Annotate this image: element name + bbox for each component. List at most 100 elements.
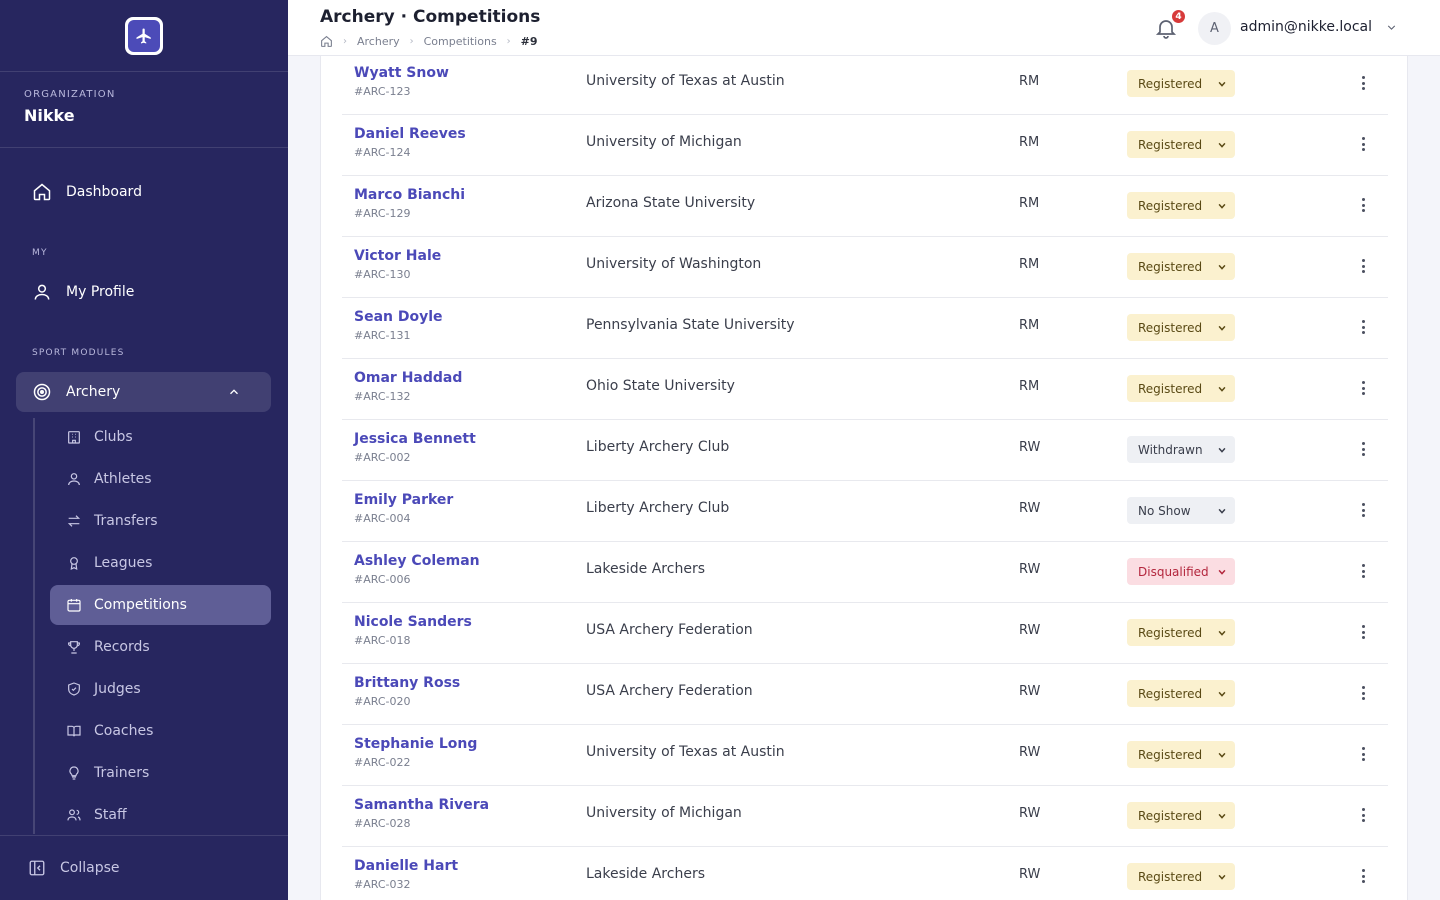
status-value: Registered: [1138, 869, 1203, 884]
status-select[interactable]: Disqualified: [1127, 558, 1235, 585]
trophy-icon: [67, 641, 81, 654]
table-row: Stephanie Long #ARC-022 University of Texa…: [342, 725, 1388, 786]
athlete-name-link[interactable]: Daniel Reeves: [354, 126, 466, 142]
avatar[interactable]: A: [1198, 12, 1231, 45]
athlete-name-link[interactable]: Nicole Sanders: [354, 614, 472, 630]
athlete-name-link[interactable]: Victor Hale: [354, 248, 441, 264]
sidebar-item-label: My Profile: [66, 284, 135, 300]
breadcrumb-archery[interactable]: Archery: [357, 35, 400, 48]
sidebar-item-label: Trainers: [94, 765, 150, 781]
athlete-code: #ARC-006: [354, 573, 411, 586]
chevron-down-icon: [1218, 691, 1226, 697]
award-icon: [70, 557, 78, 571]
row-actions-button[interactable]: [1360, 867, 1366, 885]
sidebar-item-label: Clubs: [94, 429, 133, 445]
organization-block: ORGANIZATION Nikke: [0, 72, 288, 148]
row-actions-button[interactable]: [1360, 684, 1366, 702]
logo-area: [0, 0, 288, 72]
club-name: Arizona State University: [586, 195, 756, 211]
club-name: Lakeside Archers: [586, 866, 705, 882]
sidebar-item-leagues[interactable]: Leagues: [50, 543, 271, 583]
club-name: Ohio State University: [586, 378, 735, 394]
sidebar-item-records[interactable]: Records: [50, 627, 271, 667]
breadcrumb-current: #9: [520, 35, 538, 48]
status-select[interactable]: Registered: [1127, 619, 1235, 646]
status-select[interactable]: Registered: [1127, 680, 1235, 707]
row-actions-button[interactable]: [1360, 196, 1366, 214]
athlete-name-link[interactable]: Wyatt Snow: [354, 65, 449, 81]
status-select[interactable]: Registered: [1127, 314, 1235, 341]
status-value: Registered: [1138, 76, 1203, 91]
status-value: Withdrawn: [1138, 442, 1203, 457]
row-actions-button[interactable]: [1360, 562, 1366, 580]
chevron-down-icon[interactable]: [1385, 21, 1398, 34]
sidebar-item-transfers[interactable]: Transfers: [50, 501, 271, 541]
sidebar-item-judges[interactable]: Judges: [50, 669, 271, 709]
athlete-code: #ARC-129: [354, 207, 411, 220]
athlete-name-link[interactable]: Emily Parker: [354, 492, 453, 508]
row-actions-button[interactable]: [1360, 379, 1366, 397]
row-actions-button[interactable]: [1360, 257, 1366, 275]
row-actions-button[interactable]: [1360, 135, 1366, 153]
organization-logo[interactable]: [125, 16, 163, 55]
table-row: Emily Parker #ARC-004 Liberty Archery Club…: [342, 481, 1388, 542]
row-actions-button[interactable]: [1360, 623, 1366, 641]
club-name: University of Michigan: [586, 134, 742, 150]
collapse-sidebar-button[interactable]: Collapse: [0, 835, 288, 900]
status-select[interactable]: Withdrawn: [1127, 436, 1235, 463]
row-actions-button[interactable]: [1360, 74, 1366, 92]
status-select[interactable]: No Show: [1127, 497, 1235, 524]
athlete-name-link[interactable]: Stephanie Long: [354, 736, 477, 752]
category-code: RW: [1019, 440, 1041, 455]
athlete-code: #ARC-130: [354, 268, 411, 281]
breadcrumb-competitions[interactable]: Competitions: [424, 35, 497, 48]
athlete-code: #ARC-028: [354, 817, 411, 830]
sidebar-item-label: Leagues: [94, 555, 153, 571]
organization-name: Nikke: [24, 106, 75, 125]
status-select[interactable]: Registered: [1127, 131, 1235, 158]
status-select[interactable]: Registered: [1127, 741, 1235, 768]
row-actions-button[interactable]: [1360, 318, 1366, 336]
category-code: RW: [1019, 806, 1041, 821]
sidebar-item-competitions[interactable]: Competitions: [50, 585, 271, 625]
table-row: Jessica Bennett #ARC-002 Liberty Archery C…: [342, 420, 1388, 481]
sidebar-item-my-profile[interactable]: My Profile: [16, 272, 271, 312]
athlete-name-link[interactable]: Sean Doyle: [354, 309, 443, 325]
status-select[interactable]: Registered: [1127, 802, 1235, 829]
athlete-name-link[interactable]: Samantha Rivera: [354, 797, 489, 813]
status-select[interactable]: Registered: [1127, 375, 1235, 402]
status-select[interactable]: Registered: [1127, 70, 1235, 97]
row-actions-button[interactable]: [1360, 440, 1366, 458]
table-row: Sean Doyle #ARC-131 Pennsylvania State Uni…: [342, 298, 1388, 359]
row-actions-button[interactable]: [1360, 806, 1366, 824]
athlete-name-link[interactable]: Brittany Ross: [354, 675, 460, 691]
sidebar-item-staff[interactable]: Staff: [50, 795, 271, 835]
sidebar-item-athletes[interactable]: Athletes: [50, 459, 271, 499]
status-value: Disqualified: [1138, 564, 1209, 579]
sidebar-item-coaches[interactable]: Coaches: [50, 711, 271, 751]
club-name: University of Texas at Austin: [586, 744, 785, 760]
athlete-name-link[interactable]: Danielle Hart: [354, 858, 458, 874]
table-row: Victor Hale #ARC-130 University of Washing…: [342, 237, 1388, 298]
status-select[interactable]: Registered: [1127, 253, 1235, 280]
user-email[interactable]: admin@nikke.local: [1240, 19, 1372, 35]
athlete-name-link[interactable]: Omar Haddad: [354, 370, 462, 386]
category-code: RM: [1019, 379, 1040, 394]
status-select[interactable]: Registered: [1127, 192, 1235, 219]
target-icon: [33, 383, 51, 401]
sidebar-item-dashboard[interactable]: Dashboard: [16, 172, 271, 212]
row-actions-button[interactable]: [1360, 745, 1366, 763]
sidebar-item-trainers[interactable]: Trainers: [50, 753, 271, 793]
home-icon[interactable]: [320, 35, 333, 48]
athlete-name-link[interactable]: Ashley Coleman: [354, 553, 480, 569]
row-actions-button[interactable]: [1360, 501, 1366, 519]
status-select[interactable]: Registered: [1127, 863, 1235, 890]
athlete-code: #ARC-132: [354, 390, 411, 403]
status-value: Registered: [1138, 686, 1203, 701]
sidebar-item-label: Competitions: [94, 597, 187, 613]
registrations-table: Wyatt Snow #ARC-123 University of Texas at…: [320, 56, 1408, 900]
athlete-name-link[interactable]: Jessica Bennett: [354, 431, 476, 447]
sidebar-item-archery[interactable]: Archery: [16, 372, 271, 412]
sidebar-item-clubs[interactable]: Clubs: [50, 417, 271, 457]
athlete-name-link[interactable]: Marco Bianchi: [354, 187, 465, 203]
